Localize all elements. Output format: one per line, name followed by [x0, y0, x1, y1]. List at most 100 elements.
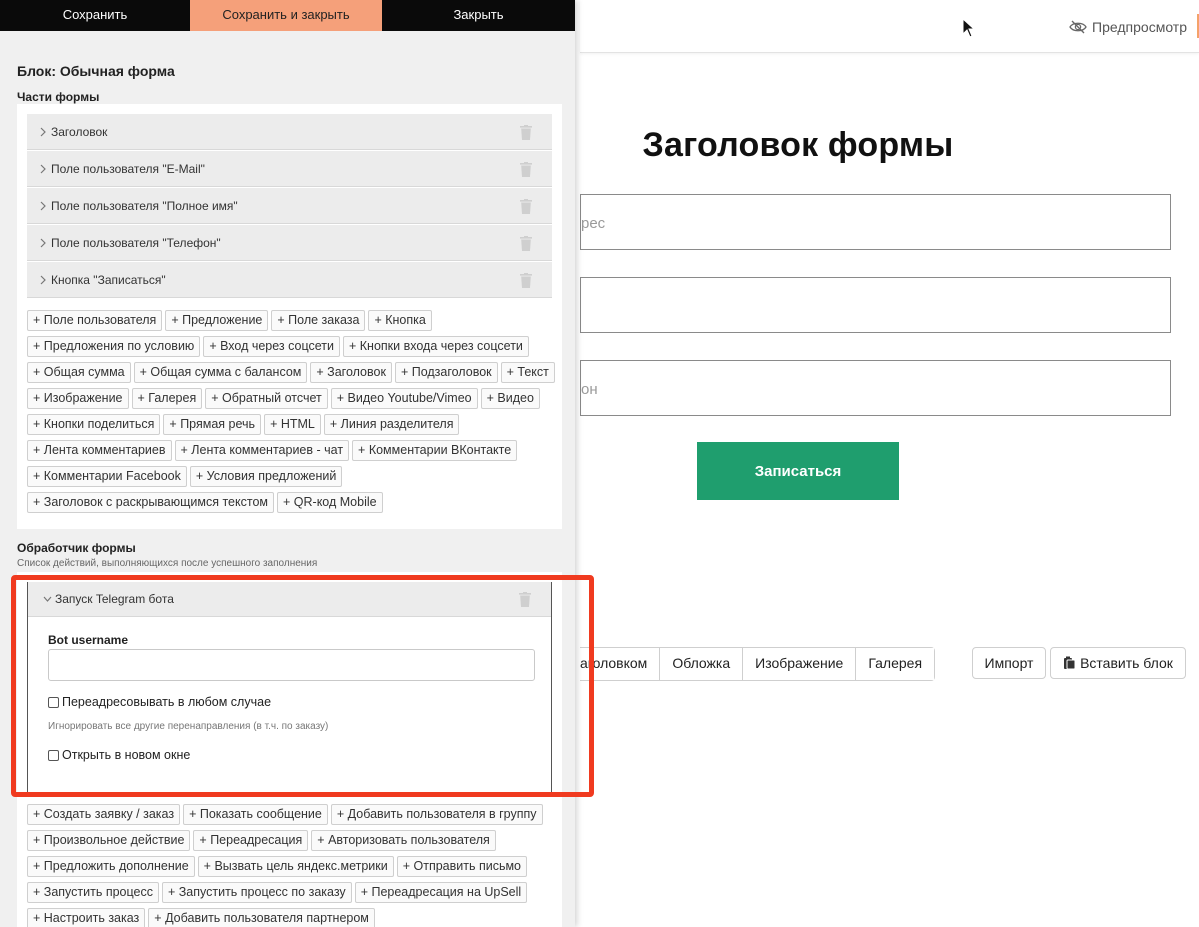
- add-action-chip[interactable]: + Предложить дополнение: [27, 856, 195, 877]
- save-and-close-button[interactable]: Сохранить и закрыть: [190, 0, 382, 31]
- add-part-chip[interactable]: + Изображение: [27, 388, 129, 409]
- form-parts-box: Заголовок Поле пользователя "E-Mail" Пол…: [17, 104, 562, 529]
- preview-toggle-button[interactable]: Предпросмотр: [1069, 19, 1187, 35]
- add-part-chip[interactable]: + Кнопки входа через соцсети: [343, 336, 529, 357]
- form-part-label: Поле пользователя "Телефон": [51, 236, 221, 250]
- add-action-chip[interactable]: + Добавить пользователя в группу: [330, 804, 543, 825]
- bot-username-input[interactable]: [48, 649, 535, 681]
- add-block-heading-button[interactable]: аголовком: [580, 648, 660, 680]
- add-part-chip[interactable]: + Комментарии Facebook: [27, 466, 187, 487]
- add-part-chip[interactable]: + Кнопки поделиться: [27, 414, 161, 435]
- import-button[interactable]: Импорт: [972, 647, 1046, 679]
- add-part-chip[interactable]: + Подзаголовок: [394, 362, 498, 383]
- add-action-chip[interactable]: + Настроить заказ: [27, 908, 146, 927]
- close-button[interactable]: Закрыть: [382, 0, 575, 31]
- form-part-row[interactable]: Кнопка "Записаться": [27, 262, 552, 298]
- add-action-chip[interactable]: + Показать сообщение: [183, 804, 328, 825]
- block-title: Блок: Обычная форма: [17, 63, 175, 79]
- add-part-chip[interactable]: + Предложение: [165, 310, 269, 331]
- add-action-chip[interactable]: + Переадресация: [193, 830, 309, 851]
- save-button[interactable]: Сохранить: [0, 0, 190, 31]
- open-new-window-checkbox-row[interactable]: Открыть в новом окне: [48, 748, 190, 762]
- add-action-chip[interactable]: + Авторизовать пользователя: [311, 830, 496, 851]
- bot-username-label: Bot username: [48, 633, 129, 647]
- preview-phone-input[interactable]: он: [580, 360, 1171, 416]
- form-parts-title: Части формы: [17, 90, 100, 104]
- form-part-row[interactable]: Поле пользователя "Полное имя": [27, 188, 552, 224]
- form-part-label: Кнопка "Записаться": [51, 273, 166, 287]
- add-part-chip[interactable]: + QR-код Mobile: [277, 492, 383, 513]
- add-action-chip[interactable]: + Переадресация на UpSell: [354, 882, 528, 903]
- form-part-row[interactable]: Поле пользователя "E-Mail": [27, 151, 552, 187]
- add-part-chip[interactable]: + Линия разделителя: [323, 414, 460, 435]
- add-part-chip[interactable]: + Обратный отсчет: [205, 388, 328, 409]
- preview-label: Предпросмотр: [1092, 19, 1187, 35]
- trash-icon[interactable]: [520, 125, 532, 140]
- add-action-chip[interactable]: + Произвольное действие: [27, 830, 191, 851]
- paste-block-label: Вставить блок: [1080, 654, 1173, 671]
- preview-name-input[interactable]: [580, 277, 1171, 333]
- add-part-chip[interactable]: + Галерея: [131, 388, 203, 409]
- open-new-window-checkbox[interactable]: [48, 749, 59, 761]
- chip-row: + Заголовок с раскрывающимся текстом + Q…: [27, 492, 383, 514]
- form-part-label: Заголовок: [51, 125, 108, 139]
- editor-panel: Сохранить Сохранить и закрыть Закрыть Бл…: [0, 0, 575, 927]
- trash-icon[interactable]: [520, 236, 532, 251]
- add-part-chip[interactable]: + Условия предложений: [189, 466, 343, 487]
- chevron-right-icon: [40, 275, 46, 285]
- add-block-image-button[interactable]: Изображение: [742, 648, 856, 680]
- chip-row: + Поле пользователя + Предложение + Поле…: [27, 310, 432, 332]
- chevron-right-icon: [40, 164, 46, 174]
- add-part-chip[interactable]: + Общая сумма: [27, 362, 131, 383]
- trash-icon[interactable]: [520, 273, 532, 288]
- add-block-cover-button[interactable]: Обложка: [659, 648, 743, 680]
- add-part-chip[interactable]: + Прямая речь: [163, 414, 262, 435]
- chevron-right-icon: [40, 201, 46, 211]
- add-part-chip[interactable]: + Предложения по условию: [27, 336, 201, 357]
- preview-submit-button[interactable]: Записаться: [697, 442, 899, 500]
- chip-row: + Произвольное действие + Переадресация …: [27, 830, 496, 852]
- preview-email-input[interactable]: рес: [580, 194, 1171, 250]
- chevron-down-icon: [43, 596, 52, 602]
- chip-row: + Лента комментариев + Лента комментарие…: [27, 440, 518, 462]
- chip-row: + Комментарии Facebook + Условия предлож…: [27, 466, 343, 488]
- add-part-chip[interactable]: + Кнопка: [368, 310, 432, 331]
- add-part-chip[interactable]: + Видео: [480, 388, 540, 409]
- telegram-bot-action: Запуск Telegram бота Bot username Переад…: [27, 582, 552, 794]
- chip-row: + Запустить процесс + Запустить процесс …: [27, 882, 528, 904]
- chip-row: + Создать заявку / заказ + Показать сооб…: [27, 804, 543, 826]
- telegram-bot-action-header[interactable]: Запуск Telegram бота: [28, 582, 551, 617]
- trash-icon[interactable]: [520, 199, 532, 214]
- editor-toolbar: Сохранить Сохранить и закрыть Закрыть: [0, 0, 575, 31]
- add-part-chip[interactable]: + Лента комментариев: [27, 440, 172, 461]
- chip-row: + Общая сумма + Общая сумма с балансом +…: [27, 362, 555, 384]
- redirect-always-checkbox-row[interactable]: Переадресовывать в любом случае: [48, 695, 271, 709]
- add-part-chip[interactable]: + Поле пользователя: [27, 310, 163, 331]
- form-part-row[interactable]: Поле пользователя "Телефон": [27, 225, 552, 261]
- add-action-chip[interactable]: + Отправить письмо: [396, 856, 528, 877]
- add-part-chip[interactable]: + Комментарии ВКонтакте: [352, 440, 518, 461]
- add-action-chip[interactable]: + Запустить процесс: [27, 882, 159, 903]
- add-action-chip[interactable]: + Добавить пользователя партнером: [148, 908, 375, 927]
- add-part-chip[interactable]: + Общая сумма с балансом: [133, 362, 308, 383]
- open-new-window-label: Открыть в новом окне: [62, 748, 191, 762]
- add-part-chip[interactable]: + Текст: [500, 362, 555, 383]
- redirect-always-checkbox[interactable]: [48, 696, 59, 708]
- add-part-chip[interactable]: + Заголовок с раскрывающимся текстом: [27, 492, 275, 513]
- add-part-chip[interactable]: + Заголовок: [310, 362, 392, 383]
- trash-icon[interactable]: [519, 592, 531, 607]
- add-action-chip[interactable]: + Вызвать цель яндекс.метрики: [197, 856, 394, 877]
- add-action-chip[interactable]: + Запустить процесс по заказу: [161, 882, 352, 903]
- add-part-chip[interactable]: + Поле заказа: [271, 310, 366, 331]
- add-part-chip[interactable]: + HTML: [264, 414, 321, 435]
- add-part-chip[interactable]: + Видео Youtube/Vimeo: [330, 388, 478, 409]
- trash-icon[interactable]: [520, 162, 532, 177]
- paste-block-button[interactable]: Вставить блок: [1050, 647, 1186, 679]
- form-handler-title: Обработчик формы: [17, 541, 136, 555]
- add-part-chip[interactable]: + Лента комментариев - чат: [174, 440, 350, 461]
- add-part-chip[interactable]: + Вход через соцсети: [203, 336, 340, 357]
- form-part-row[interactable]: Заголовок: [27, 114, 552, 150]
- add-block-gallery-button[interactable]: Галерея: [855, 648, 935, 680]
- chip-row: + Предложения по условию + Вход через со…: [27, 336, 529, 358]
- add-action-chip[interactable]: + Создать заявку / заказ: [27, 804, 181, 825]
